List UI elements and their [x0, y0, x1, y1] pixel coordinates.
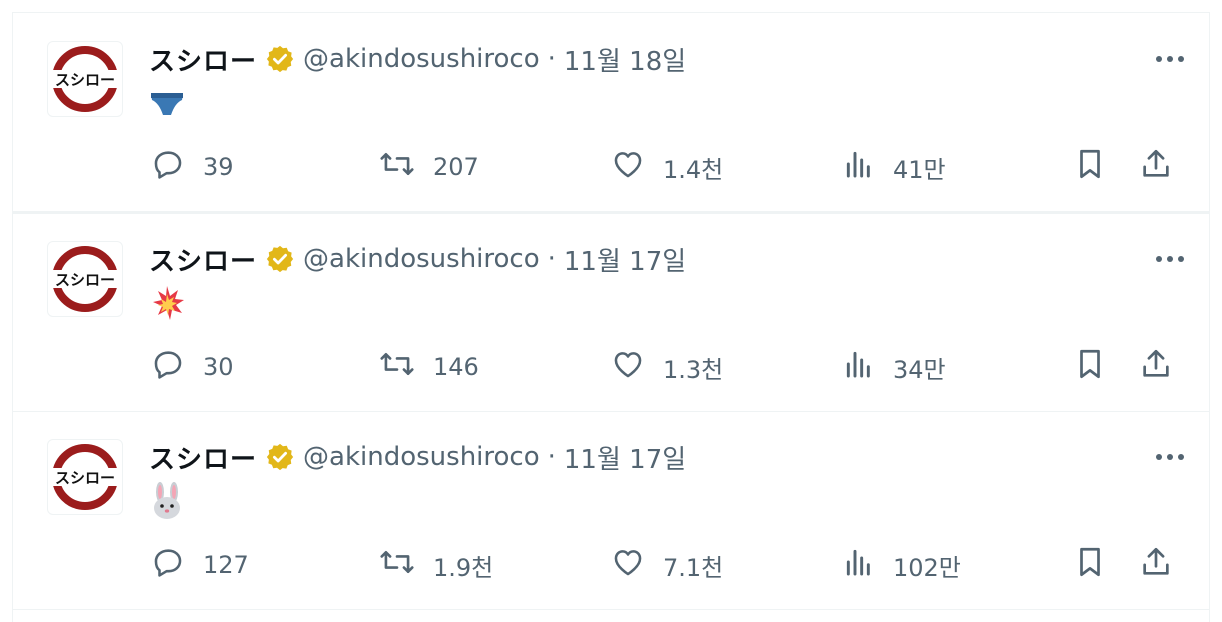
heart-icon — [611, 545, 645, 585]
bookmark-icon — [1073, 544, 1107, 586]
retweet-button[interactable]: 146 — [379, 347, 479, 387]
avatar[interactable]: スシロー — [47, 241, 123, 317]
reply-button[interactable]: 127 — [151, 545, 249, 585]
avatar-logo-text: スシロー — [55, 71, 115, 89]
bookmark-button[interactable] — [1073, 147, 1107, 187]
author-handle[interactable]: @akindosushiroco — [303, 44, 540, 74]
reply-icon — [151, 545, 185, 585]
separator: · — [547, 244, 556, 274]
retweet-count: 1.9천 — [433, 553, 494, 582]
tweet[interactable]: スシロー スシロー @akindosushiroco · 11월 17일 127 — [13, 411, 1209, 610]
views-count: 102만 — [893, 553, 961, 582]
bookmark-button[interactable] — [1073, 347, 1107, 387]
tweet-header: スシロー @akindosushiroco · 11월 18일 — [149, 41, 686, 77]
heart-icon — [611, 347, 645, 387]
author-handle[interactable]: @akindosushiroco — [303, 244, 540, 274]
views-button[interactable]: 41만 — [843, 147, 946, 187]
action-bar: 30 146 1.3천 34만 — [149, 347, 1189, 387]
more-options-icon[interactable] — [1153, 247, 1187, 271]
like-count: 7.1천 — [663, 553, 724, 582]
like-count: 1.3천 — [663, 355, 724, 384]
action-bar: 127 1.9천 7.1천 102만 — [149, 545, 1189, 585]
share-icon — [1139, 346, 1173, 388]
retweet-button[interactable]: 1.9천 — [379, 545, 493, 585]
tweet-date[interactable]: 11월 17일 — [564, 241, 686, 278]
verified-badge-icon[interactable] — [265, 244, 295, 274]
share-button[interactable] — [1139, 147, 1173, 187]
reply-count: 30 — [203, 353, 234, 381]
retweet-count: 146 — [433, 353, 479, 381]
reply-button[interactable]: 39 — [151, 147, 234, 187]
reply-count: 39 — [203, 153, 234, 181]
share-icon — [1139, 146, 1173, 188]
rabbit-face-emoji-icon — [149, 482, 185, 524]
bookmark-icon — [1073, 346, 1107, 388]
more-options-icon[interactable] — [1153, 47, 1187, 71]
analytics-icon — [843, 347, 875, 387]
like-button[interactable]: 7.1천 — [611, 545, 723, 585]
views-count: 34만 — [893, 355, 946, 384]
share-button[interactable] — [1139, 347, 1173, 387]
separator: · — [547, 442, 556, 472]
briefs-emoji-icon — [149, 88, 185, 122]
bookmark-icon — [1073, 146, 1107, 188]
verified-badge-icon[interactable] — [265, 44, 295, 74]
timeline: スシロー スシロー @akindosushiroco · 11월 18일 39 — [12, 12, 1210, 622]
retweet-icon — [379, 545, 415, 585]
views-button[interactable]: 34만 — [843, 347, 946, 387]
heart-icon — [611, 147, 645, 187]
avatar[interactable]: スシロー — [47, 439, 123, 515]
reply-icon — [151, 347, 185, 387]
avatar-logo-text: スシロー — [55, 271, 115, 289]
share-icon — [1139, 544, 1173, 586]
tweet-header: スシロー @akindosushiroco · 11월 17일 — [149, 439, 686, 475]
tweet-date[interactable]: 11월 18일 — [564, 41, 686, 78]
views-count: 41만 — [893, 155, 946, 184]
collision-emoji-icon — [149, 285, 185, 325]
tweet[interactable]: スシロー スシロー @akindosushiroco · 11월 18일 39 — [13, 13, 1209, 214]
author-handle[interactable]: @akindosushiroco — [303, 442, 540, 472]
reply-icon — [151, 147, 185, 187]
author-name[interactable]: スシロー — [149, 439, 257, 476]
analytics-icon — [843, 545, 875, 585]
tweet-content — [149, 85, 185, 125]
retweet-count: 207 — [433, 153, 479, 181]
separator: · — [547, 44, 556, 74]
tweet-content — [149, 285, 185, 325]
reply-button[interactable]: 30 — [151, 347, 234, 387]
bookmark-button[interactable] — [1073, 545, 1107, 585]
author-name[interactable]: スシロー — [149, 241, 257, 278]
reply-count: 127 — [203, 551, 249, 579]
like-count: 1.4천 — [663, 155, 724, 184]
tweet-header: スシロー @akindosushiroco · 11월 17일 — [149, 241, 686, 277]
retweet-icon — [379, 347, 415, 387]
retweet-button[interactable]: 207 — [379, 147, 479, 187]
action-bar: 39 207 1.4천 41만 — [149, 147, 1189, 187]
tweet-date[interactable]: 11월 17일 — [564, 439, 686, 476]
more-options-icon[interactable] — [1153, 445, 1187, 469]
avatar-logo-text: スシロー — [55, 469, 115, 487]
views-button[interactable]: 102만 — [843, 545, 961, 585]
share-button[interactable] — [1139, 545, 1173, 585]
tweet-content — [149, 482, 185, 524]
like-button[interactable]: 1.3천 — [611, 347, 723, 387]
retweet-icon — [379, 147, 415, 187]
verified-badge-icon[interactable] — [265, 442, 295, 472]
tweet[interactable]: スシロー スシロー @akindosushiroco · 11월 17일 30 — [13, 213, 1209, 412]
analytics-icon — [843, 147, 875, 187]
like-button[interactable]: 1.4천 — [611, 147, 723, 187]
avatar[interactable]: スシロー — [47, 41, 123, 117]
author-name[interactable]: スシロー — [149, 41, 257, 78]
